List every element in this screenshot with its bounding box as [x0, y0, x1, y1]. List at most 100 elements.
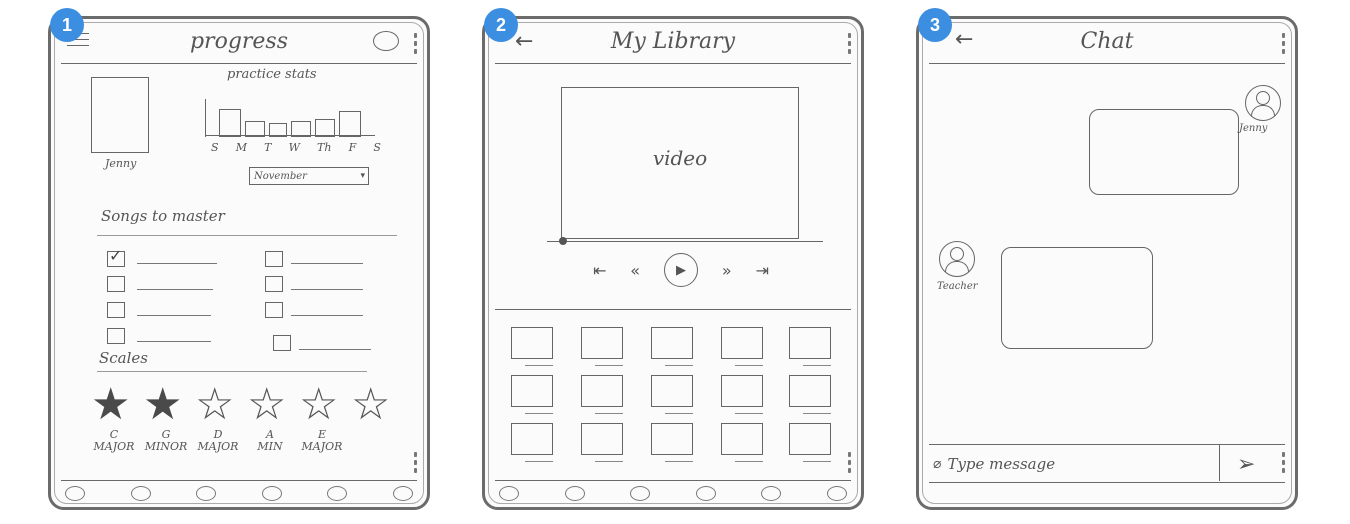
- fast-forward-icon[interactable]: »: [722, 261, 732, 280]
- nav-icon[interactable]: [761, 486, 782, 501]
- avatar[interactable]: [91, 77, 149, 153]
- avatar-name: Jenny: [105, 157, 137, 170]
- nav-icon[interactable]: [196, 486, 217, 501]
- scale-mode: MAJOR: [93, 440, 135, 453]
- song-checkbox[interactable]: [265, 276, 283, 292]
- star-icon[interactable]: ☆: [195, 383, 234, 427]
- song-checkbox[interactable]: ✓: [107, 246, 125, 267]
- attach-icon[interactable]: ⌀: [933, 456, 941, 472]
- status-dots: [1282, 452, 1287, 473]
- song-checkbox[interactable]: [107, 276, 125, 292]
- month-dropdown[interactable]: November ▾: [249, 167, 369, 185]
- avatar[interactable]: [939, 241, 975, 277]
- message-bubble: [1001, 247, 1153, 349]
- song-checkbox[interactable]: [107, 328, 125, 344]
- song-line: [299, 349, 371, 350]
- day-label: S: [373, 141, 381, 154]
- library-thumbnail[interactable]: [651, 375, 693, 407]
- library-thumbnail[interactable]: [581, 423, 623, 455]
- screen-title: My Library: [610, 29, 736, 54]
- sender-name: Jenny: [1239, 123, 1268, 134]
- song-checkbox[interactable]: [265, 302, 283, 318]
- status-dots: [1282, 33, 1287, 54]
- star-icon[interactable]: ☆: [299, 383, 338, 427]
- video-player[interactable]: video: [561, 87, 799, 239]
- progress-handle[interactable]: [559, 237, 567, 245]
- nav-icon[interactable]: [826, 486, 847, 501]
- status-dots: [848, 452, 853, 473]
- status-dots: [848, 33, 853, 54]
- day-label: M: [235, 141, 247, 154]
- bottom-nav: [65, 486, 413, 501]
- scale-mode: MAJOR: [197, 440, 239, 453]
- song-line: [137, 289, 213, 290]
- send-icon[interactable]: ➢: [1237, 452, 1255, 477]
- songs-heading: Songs to master: [101, 207, 225, 225]
- song-checkbox[interactable]: [107, 302, 125, 318]
- star-icon[interactable]: ★: [143, 383, 182, 427]
- nav-icon[interactable]: [392, 486, 413, 501]
- nav-icon[interactable]: [499, 486, 519, 501]
- message-input[interactable]: ⌀ Type message: [933, 447, 1213, 481]
- library-thumbnail[interactable]: [651, 327, 693, 359]
- song-checkbox[interactable]: [265, 251, 283, 267]
- nav-icon[interactable]: [695, 486, 716, 501]
- scale-mode: MAJOR: [301, 440, 343, 453]
- screen-number-badge: 3: [918, 8, 952, 42]
- library-thumbnail[interactable]: [789, 327, 831, 359]
- song-line: [291, 315, 363, 316]
- skip-back-icon[interactable]: ⇤: [593, 261, 606, 280]
- nav-icon[interactable]: [65, 486, 85, 501]
- library-thumbnail[interactable]: [721, 327, 763, 359]
- song-line: [137, 263, 217, 264]
- nav-icon[interactable]: [564, 486, 585, 501]
- chat-screen: ← Chat Jenny Teacher ⌀ Type message ➢: [916, 16, 1298, 510]
- song-checkbox[interactable]: [273, 335, 291, 351]
- library-thumbnail[interactable]: [721, 375, 763, 407]
- status-dots: [414, 33, 419, 54]
- rewind-icon[interactable]: «: [630, 261, 640, 280]
- screen-number-badge: 2: [484, 8, 518, 42]
- library-thumbnail[interactable]: [511, 375, 553, 407]
- star-icon[interactable]: ☆: [247, 383, 286, 427]
- checkmark-icon: ✓: [109, 246, 123, 265]
- library-thumbnail[interactable]: [511, 423, 553, 455]
- star-icon[interactable]: ☆: [351, 383, 390, 427]
- screen-title: Chat: [1080, 29, 1134, 54]
- chart-bar: [269, 123, 287, 137]
- library-thumbnail[interactable]: [789, 375, 831, 407]
- status-dots: [414, 452, 419, 473]
- nav-icon[interactable]: [630, 486, 651, 501]
- chart-bar: [339, 111, 361, 137]
- chevron-down-icon: ▾: [360, 171, 365, 181]
- song-line: [137, 341, 211, 342]
- video-progress-bar[interactable]: [547, 241, 823, 242]
- nav-icon[interactable]: [261, 486, 282, 501]
- scales-heading: Scales: [99, 349, 148, 367]
- day-label: S: [211, 141, 219, 154]
- skip-forward-icon[interactable]: ⇥: [756, 261, 769, 280]
- nav-icon[interactable]: [130, 486, 151, 501]
- day-label: T: [264, 141, 272, 154]
- song-line: [291, 263, 363, 264]
- song-line: [137, 315, 211, 316]
- library-thumbnail[interactable]: [651, 423, 693, 455]
- scale-mode: MIN: [257, 440, 283, 453]
- library-thumbnail[interactable]: [511, 327, 553, 359]
- library-thumbnail[interactable]: [581, 327, 623, 359]
- practice-stats-label: practice stats: [227, 67, 317, 82]
- nav-icon[interactable]: [327, 486, 348, 501]
- scale-mode: MINOR: [144, 440, 188, 453]
- avatar[interactable]: [1245, 85, 1281, 121]
- chart-bar: [291, 121, 311, 137]
- library-screen: ← My Library video ⇤ « ▶ » ⇥: [482, 16, 864, 510]
- speech-bubble-icon[interactable]: [373, 31, 399, 51]
- library-thumbnail[interactable]: [721, 423, 763, 455]
- library-thumbnail[interactable]: [581, 375, 623, 407]
- video-label: video: [652, 146, 708, 170]
- play-icon[interactable]: ▶: [663, 253, 698, 287]
- day-label: F: [348, 141, 357, 154]
- library-thumbnail[interactable]: [789, 423, 831, 455]
- star-icon[interactable]: ★: [91, 383, 130, 427]
- day-label: Th: [317, 141, 332, 154]
